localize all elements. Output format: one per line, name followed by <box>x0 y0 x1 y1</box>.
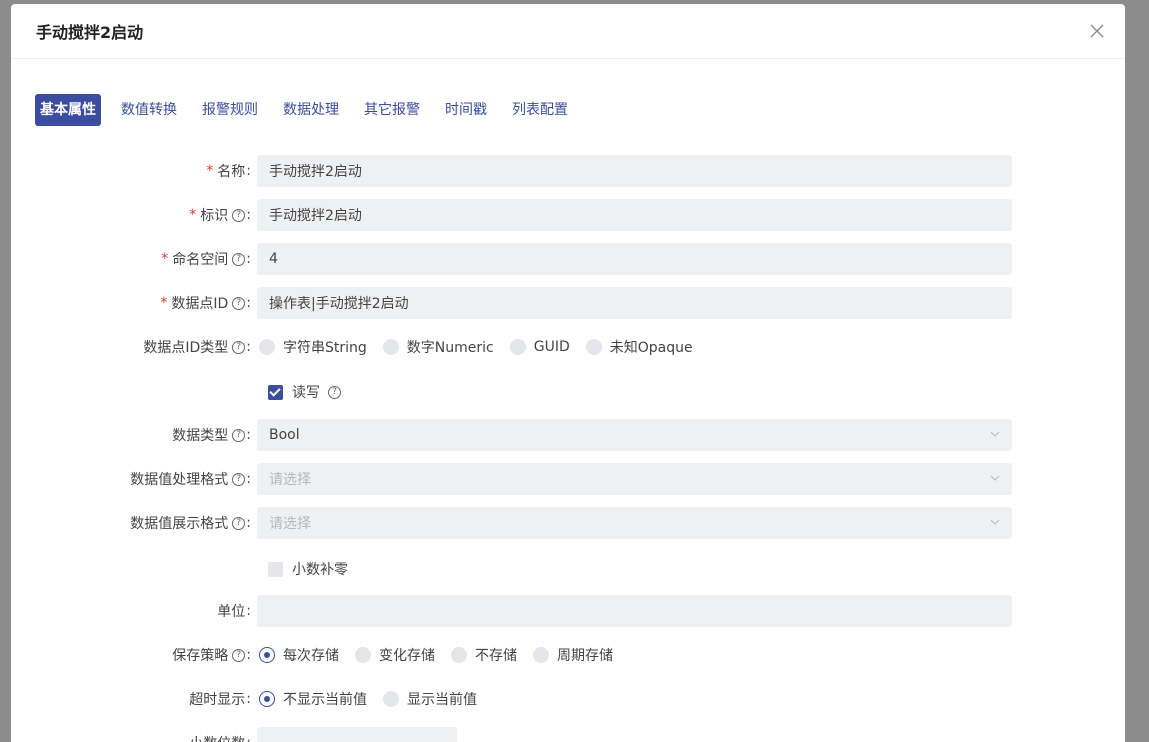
help-icon[interactable]: ? <box>328 385 341 399</box>
form-row-point-id: * 数据点ID?: 操作表|手动搅拌2启动 <box>11 287 1125 319</box>
required-mark: * <box>160 295 168 311</box>
unit-input[interactable] <box>257 595 1012 627</box>
unit-label: 单位 <box>217 604 246 620</box>
help-icon[interactable]: ? <box>232 208 246 222</box>
data-type-value: Bool <box>269 427 300 443</box>
form-row-name: * 名称: 手动搅拌2启动 <box>11 155 1125 187</box>
help-icon[interactable]: ? <box>232 472 246 486</box>
select-placeholder: 请选择 <box>269 472 311 488</box>
form-row-timeout-display: 超时显示: 不显示当前值 显示当前值 <box>11 683 1125 715</box>
help-icon[interactable]: ? <box>232 516 246 530</box>
radio-option-change-save[interactable]: 变化存储 <box>355 645 435 665</box>
value-display-format-label: 数据值展示格式 <box>130 516 229 532</box>
required-mark: * <box>206 163 214 179</box>
decimal-places-input[interactable] <box>257 727 457 742</box>
data-type-select[interactable]: Bool <box>257 419 1012 451</box>
point-id-type-label: 数据点ID类型 <box>143 340 229 356</box>
timeout-display-label: 超时显示 <box>189 692 246 708</box>
identifier-label: 标识 <box>200 208 229 224</box>
help-icon[interactable]: ? <box>232 340 246 354</box>
radio-circle[interactable] <box>259 647 275 663</box>
decimal-places-label: 小数位数 <box>189 733 245 742</box>
radio-option-no-save[interactable]: 不存储 <box>451 645 517 665</box>
radio-circle[interactable] <box>382 339 399 355</box>
tab-data-processing[interactable]: 数据处理 <box>283 94 339 126</box>
radio-circle[interactable] <box>509 339 526 355</box>
modal-dialog: 手动搅拌2启动 基本属性 数值转换 报警规则 数据处理 其它报警 时间戳 列表配… <box>11 4 1125 742</box>
form-row-namespace: * 命名空间?: 4 <box>11 243 1125 275</box>
identifier-input[interactable]: 手动搅拌2启动 <box>257 199 1012 231</box>
modal-title: 手动搅拌2启动 <box>36 23 144 42</box>
radio-option-every-save[interactable]: 每次存储 <box>259 645 339 665</box>
tab-value-conversion[interactable]: 数值转换 <box>121 94 177 126</box>
form-row-data-type: 数据类型?: Bool <box>11 419 1125 451</box>
help-icon[interactable]: ? <box>232 428 246 442</box>
checkbox-box[interactable] <box>268 561 283 577</box>
readwrite-label: 读写 <box>292 385 320 401</box>
radio-circle[interactable] <box>259 339 275 355</box>
decimal-pad-checkbox[interactable]: 小数补零 <box>268 559 348 579</box>
form-row-value-process-format: 数据值处理格式?: 请选择 <box>11 463 1125 495</box>
radio-option-hide-current[interactable]: 不显示当前值 <box>259 689 367 709</box>
radio-circle[interactable] <box>355 647 371 663</box>
namespace-input[interactable]: 4 <box>257 243 1012 275</box>
tab-other-alarms[interactable]: 其它报警 <box>364 94 420 126</box>
form-row-identifier: * 标识?: 手动搅拌2启动 <box>11 199 1125 231</box>
point-id-type-radio-group: 字符串String 数字Numeric GUID 未知Opaque <box>259 337 709 357</box>
name-label: 名称 <box>217 164 246 180</box>
form-row-decimal-places: 小数位数: <box>11 727 1125 742</box>
value-process-format-select[interactable]: 请选择 <box>257 463 1012 495</box>
radio-circle[interactable] <box>383 691 399 707</box>
timeout-display-radio-group: 不显示当前值 显示当前值 <box>259 689 493 709</box>
chevron-down-icon <box>990 475 1000 481</box>
form-row-unit: 单位: <box>11 595 1125 627</box>
point-id-input[interactable]: 操作表|手动搅拌2启动 <box>257 287 1012 319</box>
value-display-format-select[interactable]: 请选择 <box>257 507 1012 539</box>
radio-option-show-current[interactable]: 显示当前值 <box>383 689 477 709</box>
form-row-point-id-type: 数据点ID类型?: 字符串String 数字Numeric GUID 未知Opa… <box>11 331 1125 363</box>
close-icon[interactable] <box>1087 21 1107 41</box>
decimal-pad-label: 小数补零 <box>292 562 348 578</box>
readwrite-checkbox[interactable]: 读写 ? <box>268 382 341 402</box>
radio-option-numeric[interactable]: 数字Numeric <box>382 337 494 357</box>
tab-basic-properties[interactable]: 基本属性 <box>35 94 101 126</box>
save-policy-radio-group: 每次存储 变化存储 不存储 周期存储 <box>259 645 629 665</box>
tab-bar: 基本属性 数值转换 报警规则 数据处理 其它报警 时间戳 列表配置 <box>35 94 593 126</box>
radio-circle[interactable] <box>259 691 275 707</box>
form-row-save-policy: 保存策略?: 每次存储 变化存储 不存储 周期存储 <box>11 639 1125 671</box>
help-icon[interactable]: ? <box>232 648 246 662</box>
help-icon[interactable]: ? <box>232 252 246 266</box>
point-id-label: 数据点ID <box>171 296 229 312</box>
radio-option-guid[interactable]: GUID <box>509 339 570 355</box>
radio-circle[interactable] <box>451 647 467 663</box>
radio-circle[interactable] <box>533 647 549 663</box>
chevron-down-icon <box>990 519 1000 525</box>
data-type-label: 数据类型 <box>172 428 229 444</box>
namespace-label: 命名空间 <box>172 252 229 268</box>
radio-circle[interactable] <box>585 339 602 355</box>
required-mark: * <box>161 251 169 267</box>
save-policy-label: 保存策略 <box>172 648 229 664</box>
name-input[interactable]: 手动搅拌2启动 <box>257 155 1012 187</box>
radio-option-periodic-save[interactable]: 周期存储 <box>533 645 613 665</box>
chevron-down-icon <box>990 431 1000 437</box>
radio-option-opaque[interactable]: 未知Opaque <box>585 337 693 357</box>
tab-alarm-rules[interactable]: 报警规则 <box>202 94 258 126</box>
required-mark: * <box>189 207 197 223</box>
checkbox-box[interactable] <box>268 384 283 400</box>
select-placeholder: 请选择 <box>269 516 311 532</box>
radio-option-string[interactable]: 字符串String <box>259 337 367 357</box>
tab-list-config[interactable]: 列表配置 <box>512 94 568 126</box>
help-icon[interactable]: ? <box>232 296 246 310</box>
tab-timestamp[interactable]: 时间戳 <box>445 94 487 126</box>
modal-header: 手动搅拌2启动 <box>11 4 1125 59</box>
value-process-format-label: 数据值处理格式 <box>130 472 229 488</box>
form-row-value-display-format: 数据值展示格式?: 请选择 <box>11 507 1125 539</box>
